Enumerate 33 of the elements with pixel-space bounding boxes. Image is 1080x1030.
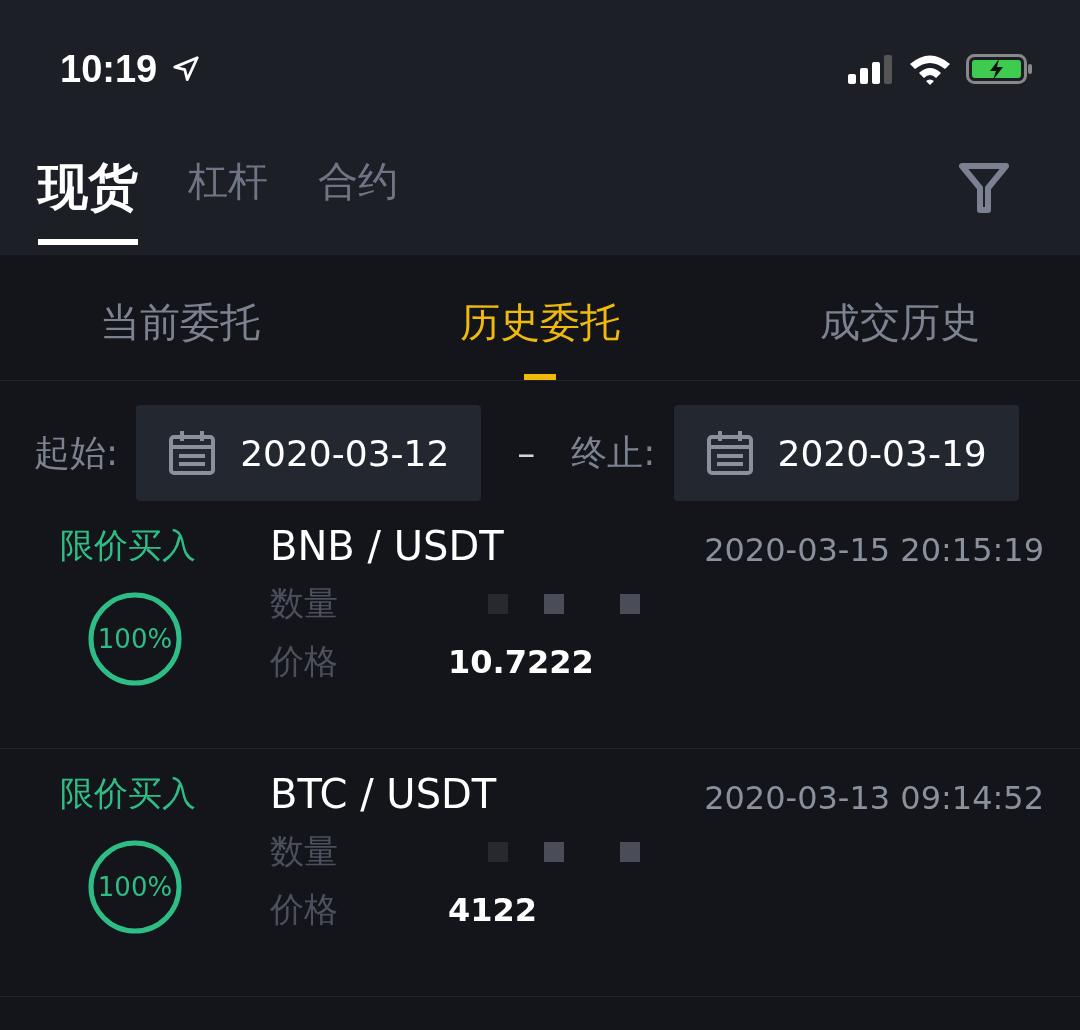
signal-icon — [848, 54, 894, 84]
price-label: 价格 — [270, 888, 338, 931]
start-label: 起始: — [34, 430, 119, 475]
progress-percent: 100% — [97, 626, 173, 652]
price-value: 10.7222 — [448, 643, 594, 681]
order-tab[interactable]: 历史委托 — [460, 255, 620, 380]
range-dash: – — [516, 432, 537, 474]
order-time: 2020-03-13 09:14:52 — [704, 779, 1044, 817]
price-value: 4122 — [448, 891, 538, 929]
order-time: 2020-03-15 20:15:19 — [704, 531, 1044, 569]
quantity-label: 数量 — [270, 582, 338, 625]
order-tab[interactable]: 当前委托 — [100, 255, 260, 380]
end-label: 终止: — [571, 430, 656, 475]
quantity-label: 数量 — [270, 830, 338, 873]
order-type: 限价买入 — [60, 524, 196, 567]
trading-pair: BTC / USDT — [270, 771, 498, 817]
market-tab[interactable]: 现货 — [38, 154, 138, 245]
location-arrow-icon — [171, 54, 202, 84]
filter-icon[interactable] — [958, 162, 1010, 214]
market-tab[interactable]: 合约 — [318, 154, 398, 243]
calendar-icon — [168, 429, 217, 477]
start-date-field[interactable]: 2020-03-12 — [136, 405, 482, 501]
battery-icon — [966, 53, 1034, 85]
calendar-icon — [705, 429, 754, 477]
order-tab[interactable]: 成交历史 — [820, 255, 980, 380]
price-label: 价格 — [270, 640, 338, 683]
status-time: 10:19 — [60, 47, 158, 91]
market-tab[interactable]: 杠杆 — [188, 154, 268, 243]
wifi-icon — [908, 53, 952, 85]
progress-percent: 100% — [97, 874, 173, 900]
end-date-field[interactable]: 2020-03-19 — [673, 405, 1019, 501]
order-type: 限价买入 — [60, 772, 196, 815]
trading-pair: BNB / USDT — [270, 523, 505, 569]
